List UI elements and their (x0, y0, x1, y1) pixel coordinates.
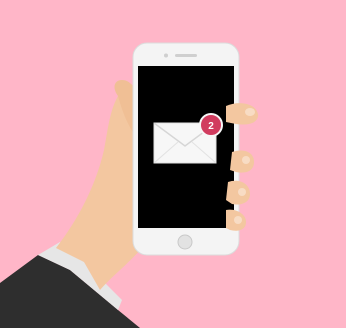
finger-3 (226, 180, 250, 205)
home-button[interactable] (177, 234, 193, 250)
illustration-background: 2 (0, 0, 352, 328)
notification-count: 2 (208, 121, 214, 132)
phone-speaker (175, 54, 197, 57)
fingernail-2 (242, 156, 250, 164)
fingernail-4 (234, 216, 242, 224)
fingernail-3 (238, 188, 246, 196)
phone-camera (164, 53, 168, 58)
notification-badge: 2 (199, 113, 223, 137)
fingernail-1 (245, 108, 255, 116)
phone-in-hand-illustration: 2 (0, 42, 259, 328)
finger-2 (230, 150, 254, 173)
